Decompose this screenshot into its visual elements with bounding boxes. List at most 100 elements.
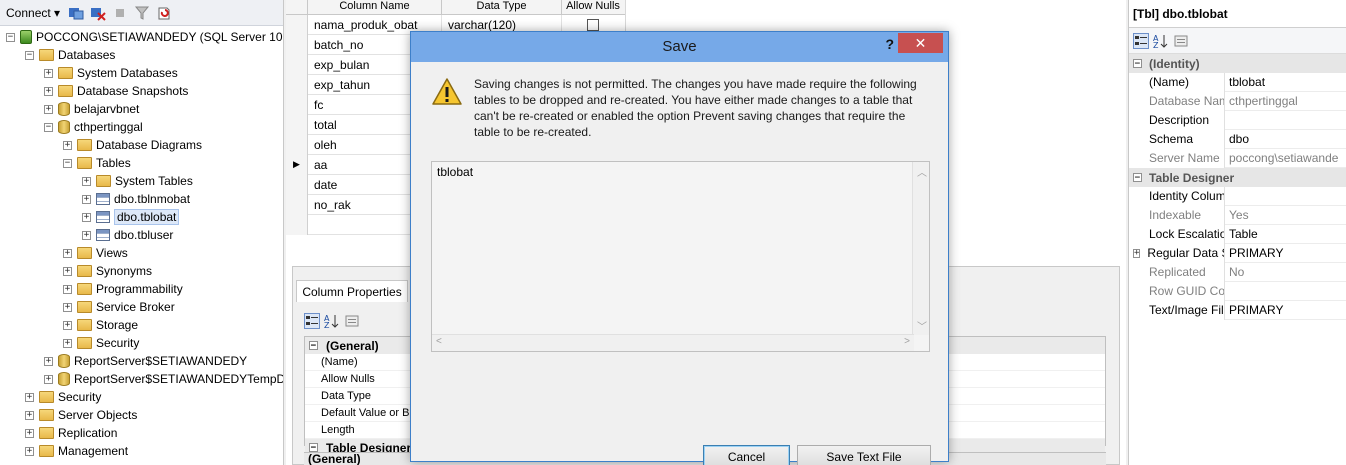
- collapse-icon[interactable]: −: [309, 443, 318, 453]
- disconnect-icon[interactable]: [90, 5, 106, 21]
- close-button[interactable]: ✕: [898, 33, 943, 53]
- alphabetical-icon[interactable]: AZ: [1153, 33, 1169, 49]
- row-selector[interactable]: [286, 54, 308, 75]
- help-button[interactable]: ?: [885, 36, 894, 52]
- tree-node[interactable]: + Server Objects: [25, 406, 137, 424]
- tree-node[interactable]: + Database Diagrams: [63, 136, 202, 154]
- row-selector[interactable]: [286, 214, 308, 235]
- property-row[interactable]: Indexable Yes: [1129, 205, 1346, 225]
- alphabetical-icon[interactable]: AZ: [324, 313, 340, 329]
- property-value[interactable]: Table: [1225, 227, 1346, 241]
- allow-nulls-checkbox[interactable]: [587, 18, 599, 31]
- row-selector[interactable]: [286, 114, 308, 135]
- cancel-button[interactable]: Cancel: [703, 445, 790, 465]
- tree-node[interactable]: − Databases: [25, 46, 115, 64]
- affected-tables-list[interactable]: tblobat ︿ ﹀ < >: [431, 161, 930, 352]
- collapse-icon[interactable]: −: [1133, 59, 1142, 69]
- expand-icon[interactable]: +: [82, 230, 91, 240]
- vertical-scrollbar[interactable]: ︿ ﹀: [912, 162, 929, 335]
- tree-node[interactable]: + ReportServer$SETIAWANDEDY: [44, 352, 247, 370]
- row-selector[interactable]: [286, 14, 308, 35]
- refresh-icon[interactable]: [156, 5, 172, 21]
- tree-node[interactable]: − cthpertinggal: [44, 118, 143, 136]
- property-row[interactable]: Row GUID Colum: [1129, 281, 1346, 301]
- tree-node[interactable]: + Security: [25, 388, 101, 406]
- expand-icon[interactable]: +: [63, 320, 72, 330]
- tree-node[interactable]: + Storage: [63, 316, 138, 334]
- row-selector[interactable]: [286, 74, 308, 95]
- property-row[interactable]: (Name) tblobat: [1129, 72, 1346, 92]
- collapse-icon[interactable]: −: [25, 50, 34, 60]
- filter-icon[interactable]: [134, 5, 150, 21]
- property-row[interactable]: Database Namecthpertinggal: [1129, 91, 1346, 111]
- categorized-icon[interactable]: [1133, 32, 1149, 49]
- tree-node[interactable]: + Database Snapshots: [44, 82, 188, 100]
- expand-icon[interactable]: +: [25, 446, 34, 456]
- expand-icon[interactable]: +: [63, 302, 72, 312]
- property-row[interactable]: Schema dbo: [1129, 129, 1346, 149]
- scroll-down-icon[interactable]: ﹀: [917, 318, 927, 333]
- property-row[interactable]: Lock Escalation Table: [1129, 224, 1346, 244]
- expand-icon[interactable]: +: [44, 356, 53, 366]
- property-value[interactable]: cthpertinggal: [1225, 94, 1346, 108]
- dialog-titlebar[interactable]: Save ? ✕: [411, 32, 948, 62]
- property-pages-icon[interactable]: [1173, 33, 1189, 49]
- tree-node[interactable]: − POCCONG\SETIAWANDEDY (SQL Server 10.0: [6, 28, 283, 46]
- save-text-file-button[interactable]: Save Text File: [797, 445, 931, 465]
- collapse-icon[interactable]: −: [6, 32, 15, 42]
- tree-node[interactable]: + Synonyms: [63, 262, 152, 280]
- row-selector[interactable]: [286, 134, 308, 155]
- property-value[interactable]: tblobat: [1225, 75, 1346, 89]
- collapse-icon[interactable]: −: [309, 341, 318, 351]
- scroll-left-icon[interactable]: <: [436, 336, 442, 347]
- expand-icon[interactable]: +: [63, 140, 72, 150]
- expand-icon[interactable]: +: [25, 410, 34, 420]
- expand-icon[interactable]: +: [25, 392, 34, 402]
- categorized-icon[interactable]: [304, 313, 320, 329]
- property-value[interactable]: dbo: [1225, 132, 1346, 146]
- property-category[interactable]: − Table Designer: [1129, 168, 1346, 187]
- tree-node[interactable]: + dbo.tblnmobat: [82, 190, 190, 208]
- tree-node[interactable]: + Management: [25, 442, 128, 460]
- property-value[interactable]: PRIMARY: [1225, 303, 1346, 317]
- expand-icon[interactable]: +: [44, 104, 53, 114]
- connect-object-explorer-icon[interactable]: [68, 5, 84, 21]
- allow-nulls-cell[interactable]: [562, 18, 624, 31]
- row-selector[interactable]: [286, 194, 308, 215]
- expand-icon[interactable]: +: [44, 68, 53, 78]
- expand-icon[interactable]: +: [82, 212, 91, 222]
- property-value[interactable]: No: [1225, 265, 1346, 279]
- tree-node[interactable]: + Programmability: [63, 280, 183, 298]
- expand-icon[interactable]: +: [1133, 248, 1141, 258]
- property-value[interactable]: PRIMARY: [1225, 246, 1346, 260]
- expand-icon[interactable]: +: [63, 338, 72, 348]
- expand-icon[interactable]: +: [82, 194, 91, 204]
- expand-icon[interactable]: +: [63, 266, 72, 276]
- property-row[interactable]: + Regular Data SpacPRIMARY: [1129, 243, 1346, 263]
- collapse-icon[interactable]: −: [63, 158, 72, 168]
- tree-node[interactable]: + System Tables: [82, 172, 193, 190]
- expand-icon[interactable]: +: [82, 176, 91, 186]
- property-value[interactable]: Yes: [1225, 208, 1346, 222]
- tree-node[interactable]: + System Databases: [44, 64, 178, 82]
- expand-icon[interactable]: +: [25, 428, 34, 438]
- horizontal-scrollbar[interactable]: < >: [432, 334, 914, 351]
- connect-button[interactable]: Connect ▾: [4, 6, 62, 20]
- property-row[interactable]: Text/Image FilegrPRIMARY: [1129, 300, 1346, 320]
- tree-node[interactable]: + Views: [63, 244, 128, 262]
- tree-node[interactable]: + ReportServer$SETIAWANDEDYTempD: [44, 370, 283, 388]
- tree-node[interactable]: + Service Broker: [63, 298, 175, 316]
- expand-icon[interactable]: +: [44, 374, 53, 384]
- scroll-right-icon[interactable]: >: [904, 336, 910, 347]
- tree-node[interactable]: + dbo.tblobat: [82, 208, 180, 226]
- scroll-up-icon[interactable]: ︿: [917, 164, 927, 179]
- row-selector[interactable]: [286, 174, 308, 195]
- tab-column-properties[interactable]: Column Properties: [296, 280, 408, 302]
- property-pages-icon[interactable]: [344, 313, 360, 329]
- property-row[interactable]: Description: [1129, 110, 1346, 130]
- property-value[interactable]: poccong\setiawande: [1225, 151, 1346, 165]
- property-category[interactable]: − (Identity): [1129, 54, 1346, 73]
- tree-node[interactable]: + belajarvbnet: [44, 100, 139, 118]
- row-selector[interactable]: [286, 94, 308, 115]
- tree-node[interactable]: + Security: [63, 334, 139, 352]
